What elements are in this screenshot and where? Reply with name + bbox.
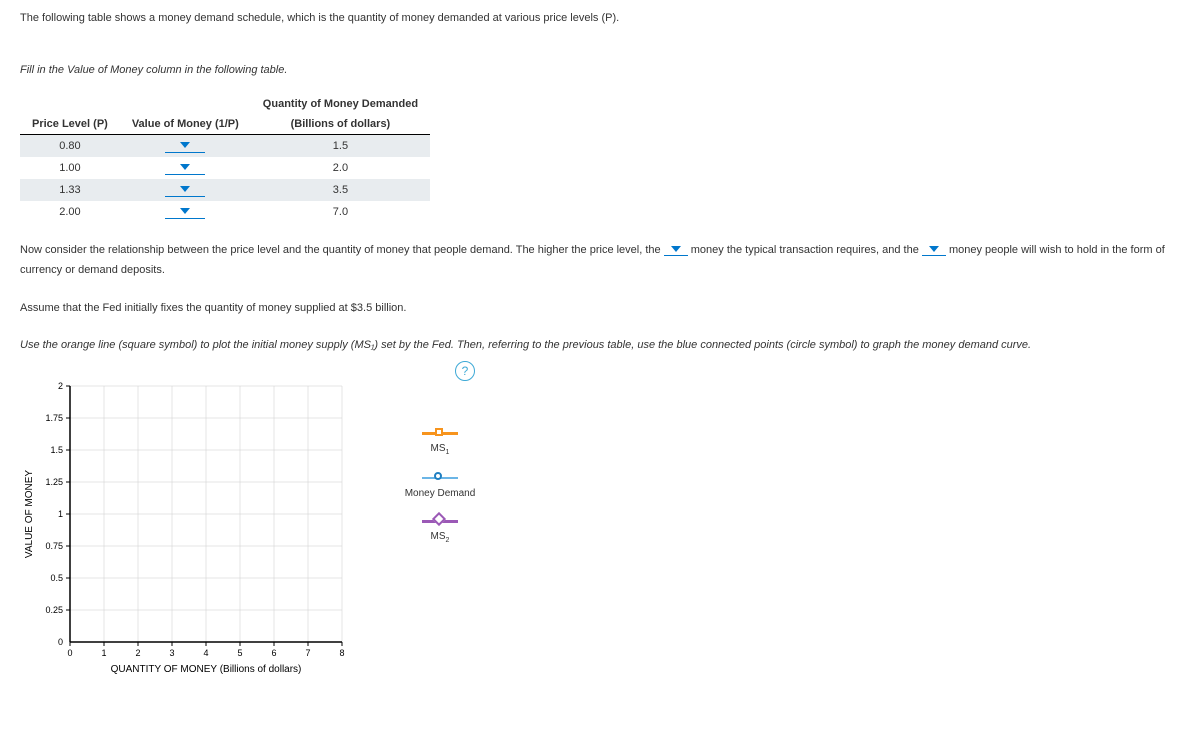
svg-text:0.25: 0.25 <box>45 605 63 615</box>
svg-text:6: 6 <box>271 648 276 658</box>
col2-header: Value of Money (1/P) <box>120 114 251 135</box>
x-axis-label: QUANTITY OF MONEY (Billions of dollars) <box>111 664 302 675</box>
table-row: 2.00 7.0 <box>20 201 430 223</box>
col1-header: Price Level (P) <box>20 114 120 135</box>
svg-text:5: 5 <box>237 648 242 658</box>
cell-p: 0.80 <box>20 135 120 158</box>
svg-text:0: 0 <box>58 637 63 647</box>
assume-text: Assume that the Fed initially fixes the … <box>20 299 1180 319</box>
y-axis-label: VALUE OF MONEY <box>24 470 35 558</box>
cell-q: 3.5 <box>251 179 430 201</box>
value-of-money-dropdown[interactable] <box>165 183 205 197</box>
blank-dropdown-2[interactable] <box>922 244 946 256</box>
svg-text:0.75: 0.75 <box>45 541 63 551</box>
chart-legend: MS1 Money Demand MS2 <box>400 411 480 560</box>
col3-header-top: Quantity of Money Demanded <box>251 94 430 114</box>
legend-ms1[interactable]: MS1 <box>400 427 480 456</box>
svg-text:4: 4 <box>203 648 208 658</box>
table-row: 1.33 3.5 <box>20 179 430 201</box>
svg-text:1: 1 <box>58 509 63 519</box>
svg-text:1.75: 1.75 <box>45 413 63 423</box>
svg-text:2: 2 <box>135 648 140 658</box>
svg-text:8: 8 <box>339 648 344 658</box>
legend-ms2[interactable]: MS2 <box>400 515 480 544</box>
cell-q: 7.0 <box>251 201 430 223</box>
cell-p: 2.00 <box>20 201 120 223</box>
value-of-money-dropdown[interactable] <box>165 205 205 219</box>
svg-text:0: 0 <box>67 648 72 658</box>
cell-p: 1.00 <box>20 157 120 179</box>
svg-text:1.25: 1.25 <box>45 477 63 487</box>
table-row: 0.80 1.5 <box>20 135 430 158</box>
intro-text: The following table shows a money demand… <box>20 12 1180 24</box>
cell-p: 1.33 <box>20 179 120 201</box>
svg-text:3: 3 <box>169 648 174 658</box>
plot-instruction: Use the orange line (square symbol) to p… <box>20 336 1180 356</box>
svg-text:1.5: 1.5 <box>50 445 63 455</box>
svg-text:2: 2 <box>58 381 63 391</box>
cell-q: 1.5 <box>251 135 430 158</box>
diamond-symbol-icon <box>422 515 458 527</box>
help-icon[interactable]: ? <box>455 361 475 381</box>
value-of-money-dropdown[interactable] <box>165 161 205 175</box>
value-of-money-dropdown[interactable] <box>165 139 205 153</box>
money-demand-table: Quantity of Money Demanded Price Level (… <box>20 94 430 223</box>
cell-q: 2.0 <box>251 157 430 179</box>
table-row: 1.00 2.0 <box>20 157 430 179</box>
relationship-paragraph: Now consider the relationship between th… <box>20 241 1180 281</box>
blank-dropdown-1[interactable] <box>664 244 688 256</box>
chart-area[interactable]: 2 1.75 1.5 1.25 1 0.75 0.5 0.25 0 0 1 2 … <box>20 376 370 686</box>
chart-svg: 2 1.75 1.5 1.25 1 0.75 0.5 0.25 0 0 1 2 … <box>20 376 370 686</box>
svg-text:0.5: 0.5 <box>50 573 63 583</box>
svg-text:1: 1 <box>101 648 106 658</box>
square-symbol-icon <box>422 427 458 439</box>
col3-header-sub: (Billions of dollars) <box>251 114 430 135</box>
fill-instruction: Fill in the Value of Money column in the… <box>20 64 1180 76</box>
legend-money-demand[interactable]: Money Demand <box>400 472 480 499</box>
svg-text:7: 7 <box>305 648 310 658</box>
circle-symbol-icon <box>422 472 458 484</box>
